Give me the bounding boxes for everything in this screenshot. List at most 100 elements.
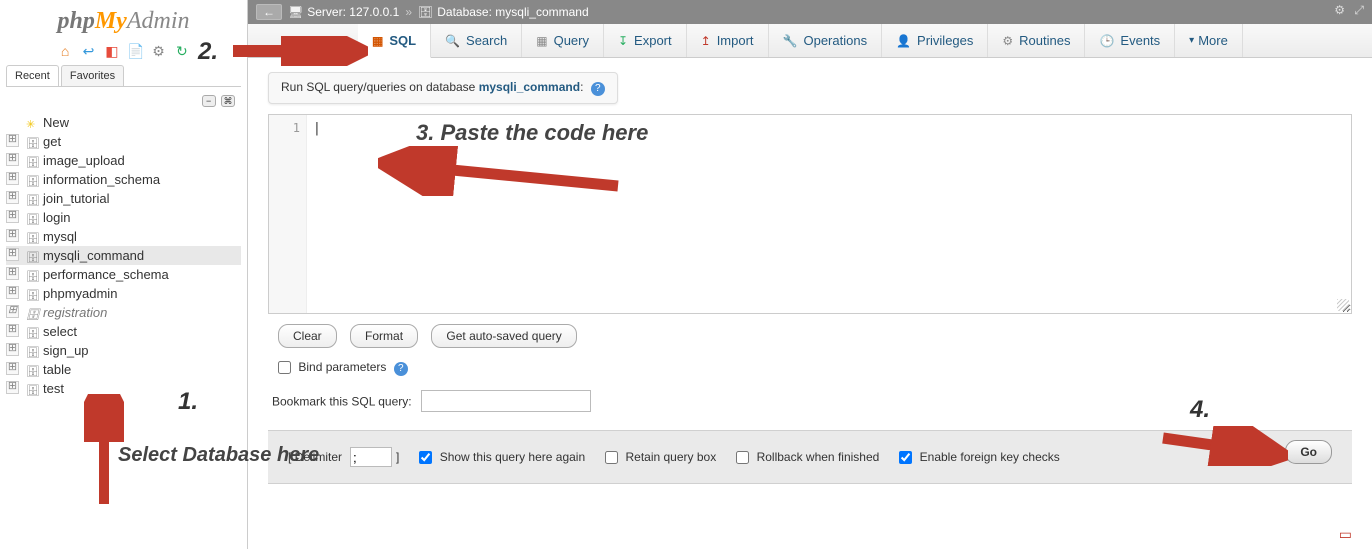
- db-item-join-tutorial[interactable]: 🗄join_tutorial: [6, 189, 241, 208]
- collapse-all-icon[interactable]: −: [202, 95, 216, 107]
- db-item-sign-up[interactable]: 🗄sign_up: [6, 341, 241, 360]
- back-button[interactable]: ←: [256, 4, 282, 20]
- db-item-label: New: [43, 115, 69, 130]
- db-item-label: information_schema: [43, 172, 160, 187]
- settings-icon[interactable]: ⚙: [151, 43, 167, 59]
- tab-privileges[interactable]: 👤Privileges: [882, 24, 988, 57]
- resize-handle-icon[interactable]: [1337, 299, 1349, 311]
- format-button[interactable]: Format: [350, 324, 418, 348]
- gear-icon[interactable]: ⚙: [1334, 3, 1345, 17]
- db-item-phpmyadmin[interactable]: 🗄phpmyadmin: [6, 284, 241, 303]
- database-item-icon: 🗄: [26, 194, 40, 206]
- main-area: ← 🖥 Server: 127.0.0.1 » 🗄 Database: mysq…: [248, 0, 1372, 549]
- database-icon: 🗄: [418, 5, 433, 19]
- autosaved-button[interactable]: Get auto-saved query: [431, 324, 576, 348]
- bookmark-row: Bookmark this SQL query:: [268, 390, 1352, 412]
- search-icon: 🔍: [445, 34, 460, 48]
- breadcrumb-bar: ← 🖥 Server: 127.0.0.1 » 🗄 Database: mysq…: [248, 0, 1372, 24]
- bind-row: Bind parameters ?: [268, 360, 1352, 376]
- db-item-mysql[interactable]: 🗄mysql: [6, 227, 241, 246]
- tab-recent[interactable]: Recent: [6, 65, 59, 86]
- database-label: Database: mysqli_command: [437, 5, 588, 19]
- home-icon[interactable]: ⌂: [57, 43, 73, 59]
- expand-icon[interactable]: ⤢: [1354, 3, 1364, 17]
- database-item-icon: 🗄: [26, 346, 40, 358]
- docs-icon[interactable]: 📄: [127, 43, 143, 59]
- tab-routines[interactable]: ⚙Routines: [988, 24, 1085, 57]
- logo-php: php: [57, 8, 94, 34]
- db-item-label: sign_up: [43, 343, 89, 358]
- fk-label[interactable]: Enable foreign key checks: [899, 450, 1059, 464]
- events-icon: 🕒: [1099, 34, 1114, 48]
- rollback-checkbox[interactable]: [736, 451, 749, 464]
- breadcrumb-sep: »: [405, 5, 412, 19]
- bind-help-icon[interactable]: ?: [394, 362, 408, 376]
- operations-icon: 🔧: [783, 34, 798, 48]
- bookmark-label: Bookmark this SQL query:: [272, 395, 412, 409]
- database-item-icon: 🗄: [26, 289, 40, 301]
- database-item-icon: 🗄: [26, 232, 40, 244]
- sql-icon: ▦: [372, 34, 383, 48]
- retain-checkbox[interactable]: [605, 451, 618, 464]
- sidebar-toolbar: ⌂ ↩ ◧ 📄 ⚙ ↻: [0, 39, 247, 65]
- tab-import[interactable]: ↥Import: [687, 24, 769, 57]
- clear-button[interactable]: Clear: [278, 324, 337, 348]
- db-item-label: image_upload: [43, 153, 125, 168]
- db-item-label: registration: [43, 305, 107, 320]
- sql-header-db[interactable]: mysqli_command: [479, 80, 580, 94]
- db-item-registration[interactable]: 🗄registration: [6, 303, 241, 322]
- database-item-icon: 🗄: [26, 137, 40, 149]
- bind-parameters-label[interactable]: Bind parameters: [278, 360, 386, 374]
- db-item-information-schema[interactable]: 🗄information_schema: [6, 170, 241, 189]
- db-item-mysqli-command[interactable]: 🗄mysqli_command: [6, 246, 241, 265]
- db-item-table[interactable]: 🗄table: [6, 360, 241, 379]
- tab-more[interactable]: More: [1175, 24, 1243, 57]
- tab-events[interactable]: 🕒Events: [1085, 24, 1175, 57]
- db-item-label: mysqli_command: [43, 248, 144, 263]
- db-item-get[interactable]: 🗄get: [6, 132, 241, 151]
- db-item-performance-schema[interactable]: 🗄performance_schema: [6, 265, 241, 284]
- server-label: Server: 127.0.0.1: [307, 5, 399, 19]
- exit-icon[interactable]: ↩: [80, 43, 96, 59]
- tab-search[interactable]: 🔍Search: [431, 24, 522, 57]
- database-item-icon: 🗄: [26, 175, 40, 187]
- show-again-label[interactable]: Show this query here again: [419, 450, 585, 464]
- database-item-icon: 🗄: [26, 156, 40, 168]
- db-item-login[interactable]: 🗄login: [6, 208, 241, 227]
- db-item-image-upload[interactable]: 🗄image_upload: [6, 151, 241, 170]
- sql-editor[interactable]: 1: [268, 114, 1352, 314]
- import-icon: ↥: [701, 34, 711, 48]
- tab-operations[interactable]: 🔧Operations: [769, 24, 883, 57]
- button-row: Clear Format Get auto-saved query: [268, 324, 1352, 348]
- fk-checkbox[interactable]: [899, 451, 912, 464]
- db-item-test[interactable]: 🗄test: [6, 379, 241, 398]
- db-item-New[interactable]: ✳New: [6, 113, 241, 132]
- db-item-label: test: [43, 381, 64, 396]
- sql-shortcut-icon[interactable]: ◧: [104, 43, 120, 59]
- database-tree: ✳New🗄get🗄image_upload🗄information_schema…: [0, 113, 247, 398]
- tab-favorites[interactable]: Favorites: [61, 65, 124, 86]
- reload-icon[interactable]: ↻: [174, 43, 190, 59]
- go-button[interactable]: Go: [1285, 440, 1332, 464]
- phpmyadmin-logo: phpMyAdmin: [0, 0, 247, 39]
- bind-parameters-checkbox[interactable]: [278, 361, 291, 374]
- bookmark-bottom-icon[interactable]: ▭: [1339, 526, 1352, 543]
- tab-query[interactable]: ▦Query: [522, 24, 604, 57]
- editor-gutter: 1: [269, 115, 307, 313]
- rollback-label[interactable]: Rollback when finished: [736, 450, 879, 464]
- help-icon[interactable]: ?: [591, 82, 605, 96]
- bookmark-input[interactable]: [421, 390, 591, 412]
- link-icon[interactable]: ⌘: [221, 95, 235, 107]
- editor-textarea[interactable]: [307, 115, 1351, 313]
- tab-sql[interactable]: ▦SQL: [358, 24, 431, 58]
- sidebar-tabs: Recent Favorites: [6, 65, 241, 87]
- routines-icon: ⚙: [1002, 34, 1013, 48]
- query-icon: ▦: [536, 34, 547, 48]
- retain-label[interactable]: Retain query box: [605, 450, 716, 464]
- delimiter-input[interactable]: [350, 447, 392, 467]
- tab-export[interactable]: ↧Export: [604, 24, 687, 57]
- db-item-select[interactable]: 🗄select: [6, 322, 241, 341]
- export-icon: ↧: [618, 34, 628, 48]
- logo-admin: Admin: [127, 8, 190, 34]
- show-again-checkbox[interactable]: [419, 451, 432, 464]
